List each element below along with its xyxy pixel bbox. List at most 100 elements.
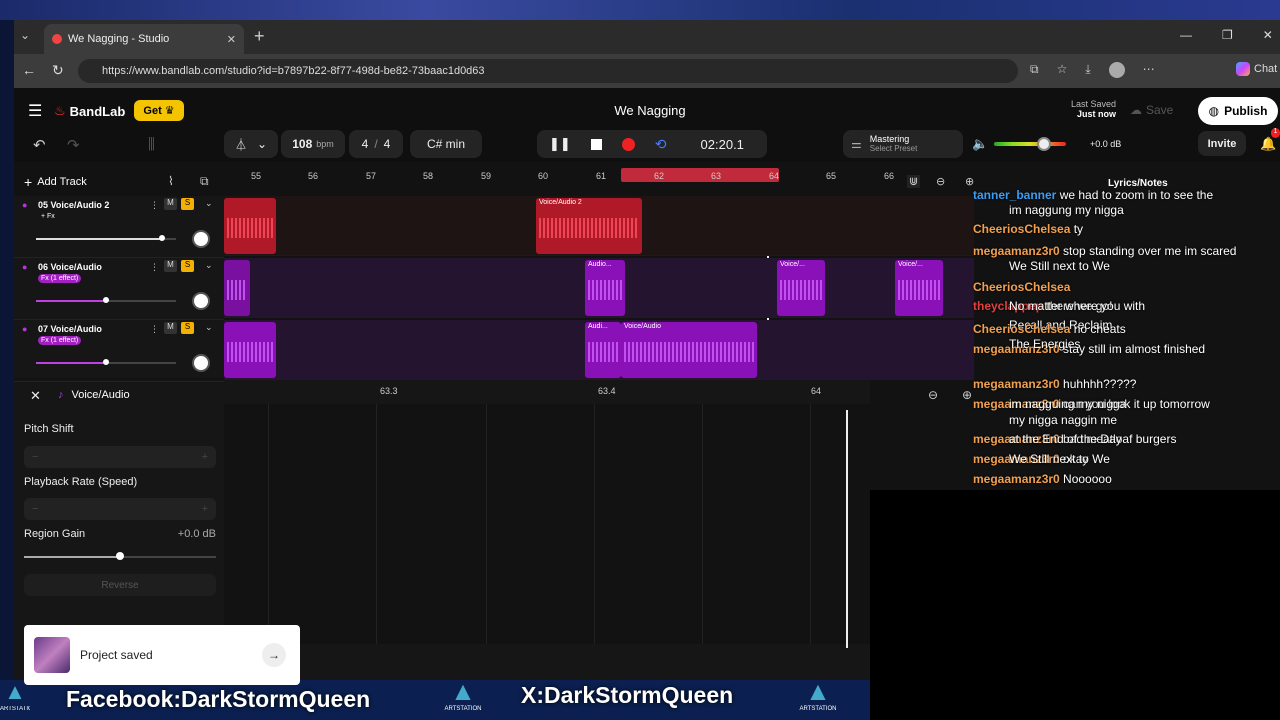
waveform (539, 218, 639, 238)
playback-rate-stepper[interactable]: − + (24, 498, 216, 520)
save-button[interactable]: ☁ Save (1130, 103, 1173, 117)
publish-label: Publish (1224, 104, 1268, 118)
artstation-logo: ▲ ARTSTATION (793, 676, 843, 712)
track-volume-handle[interactable] (103, 297, 109, 303)
key-control[interactable]: C# min (410, 130, 482, 158)
back-icon[interactable]: ← (22, 62, 36, 78)
invite-button[interactable]: Invite (1198, 131, 1246, 156)
fx-badge[interactable]: + Fx (38, 212, 58, 221)
bell-icon[interactable]: 🔔 (1260, 136, 1276, 152)
url-field[interactable]: https://www.bandlab.com/studio?id=b7897b… (78, 59, 1018, 83)
puzzle-icon[interactable]: ⧉ (1030, 62, 1039, 78)
star-icon[interactable]: ☆ (1057, 62, 1068, 78)
hamburger-menu-icon[interactable]: ☰ (28, 101, 42, 121)
track-mic-icon: ● (22, 200, 28, 210)
stop-icon[interactable] (590, 138, 602, 150)
extensions-bar: ⧉ ☆ ⤓ ⋯ (1030, 62, 1155, 78)
get-membership-button[interactable]: Get ♛ (134, 100, 184, 121)
add-track-label: Add Track (37, 176, 87, 188)
profile-icon[interactable] (1108, 62, 1125, 78)
mute-button[interactable]: M (164, 260, 177, 272)
track-menu-icon[interactable]: ⋮ (150, 262, 159, 273)
region-gain-handle[interactable] (116, 552, 124, 560)
copilot-chat-button[interactable]: Chat (1236, 62, 1277, 76)
minimize-icon[interactable]: — (1180, 28, 1192, 42)
track-menu-icon[interactable]: ⋮ (150, 200, 159, 211)
track-chevron-icon[interactable]: ⌄ (205, 198, 213, 209)
publish-button[interactable]: ◍ Publish (1198, 97, 1278, 125)
track-settings-icon[interactable]: ⧉ (200, 174, 209, 189)
editor-zoom-in-icon[interactable]: ⊕ (962, 388, 972, 402)
artstation-icon: ▲ (805, 676, 831, 706)
cloud-icon: ☁ (1130, 103, 1142, 117)
chat-message: We Still next to We (973, 452, 1110, 466)
chat-username: tanner_banner (973, 188, 1060, 202)
track-menu-icon[interactable]: ⋮ (150, 324, 159, 335)
rate-plus-icon[interactable]: + (202, 503, 208, 515)
zoom-out-icon[interactable]: ⊖ (936, 175, 945, 188)
loop-icon[interactable]: ⟲ (655, 136, 667, 153)
mute-button[interactable]: M (164, 198, 177, 210)
pitch-plus-icon[interactable]: + (202, 451, 208, 463)
pause-icon[interactable]: ❚❚ (549, 136, 571, 152)
chat-message: tanner_banner we had to zoom in to see t… (973, 188, 1213, 202)
download-icon[interactable]: ⤓ (1085, 62, 1090, 78)
magnet-icon[interactable]: ⋓ (907, 175, 921, 188)
region-gain-fill (24, 556, 120, 558)
editor-waveform-area[interactable] (224, 404, 874, 644)
pan-knob[interactable] (192, 230, 210, 248)
browser-tab[interactable]: We Nagging - Studio ✕ (44, 24, 244, 54)
editor-zoom-out-icon[interactable]: ⊖ (928, 388, 938, 402)
solo-button[interactable]: S (181, 198, 194, 210)
editor-playhead[interactable] (846, 410, 848, 648)
speaker-icon[interactable]: 🔈 (972, 136, 988, 152)
automation-icon[interactable]: ⌇ (168, 174, 174, 188)
ruler-mark: 61 (596, 171, 607, 181)
bandlab-logo[interactable]: ♨ BandLab (54, 103, 125, 119)
arrow-right-icon[interactable]: → (262, 643, 286, 667)
solo-button[interactable]: S (181, 322, 194, 334)
solo-button[interactable]: S (181, 260, 194, 272)
track-chevron-icon[interactable]: ⌄ (205, 322, 213, 333)
fx-badge[interactable]: Fx (1 effect) (38, 274, 82, 283)
mixer-icon[interactable]: ⫼ (148, 136, 155, 153)
track-chevron-icon[interactable]: ⌄ (205, 260, 213, 271)
pan-knob[interactable] (192, 292, 210, 310)
add-track-button[interactable]: + Add Track (24, 174, 87, 190)
time-signature-control[interactable]: 4 / 4 (349, 130, 403, 158)
loop-region[interactable] (621, 168, 779, 182)
close-editor-icon[interactable]: ✕ (30, 388, 41, 404)
redo-icon[interactable]: ↷ (67, 136, 80, 154)
reload-icon[interactable]: ↻ (52, 62, 64, 79)
waveform (227, 218, 273, 238)
close-tab-icon[interactable]: ✕ (227, 33, 236, 46)
metronome-button[interactable]: ⏃ ⌄ (224, 130, 278, 158)
close-window-icon[interactable]: ✕ (1263, 28, 1273, 42)
chat-message: CheeriosChelsea no cheats (973, 322, 1126, 336)
time-display: 02:20.1 (700, 136, 744, 152)
maximize-icon[interactable]: ❐ (1222, 28, 1233, 42)
mastering-button[interactable]: ⚌ Mastering Select Preset (843, 130, 963, 158)
pan-knob[interactable] (192, 354, 210, 372)
more-icon[interactable]: ⋯ (1143, 62, 1155, 78)
ruler-mark: 63 (711, 171, 722, 181)
fx-badge[interactable]: Fx (1 effect) (38, 336, 82, 345)
new-tab-icon[interactable]: + (254, 26, 265, 47)
record-button-icon[interactable] (621, 137, 635, 151)
mute-button[interactable]: M (164, 322, 177, 334)
tab-list-dropdown[interactable]: ⌄ (20, 28, 36, 44)
project-title[interactable]: We Nagging (600, 103, 700, 118)
chat-username: CheeriosChelsea (973, 322, 1074, 336)
master-volume-slider[interactable] (994, 142, 1066, 146)
pitch-minus-icon[interactable]: − (32, 451, 38, 463)
undo-icon[interactable]: ↶ (33, 136, 46, 154)
rate-minus-icon[interactable]: − (32, 503, 38, 515)
track-volume-handle[interactable] (103, 359, 109, 365)
track-volume-handle[interactable] (159, 235, 165, 241)
tempo-control[interactable]: 108 bpm (281, 130, 345, 158)
sliders-icon: ⚌ (851, 137, 862, 151)
editor-ruler-mark: 63.4 (598, 386, 616, 396)
reverse-button[interactable]: Reverse (24, 574, 216, 596)
pitch-shift-stepper[interactable]: − + (24, 446, 216, 468)
artstation-label: ARTSTATION (799, 706, 837, 712)
